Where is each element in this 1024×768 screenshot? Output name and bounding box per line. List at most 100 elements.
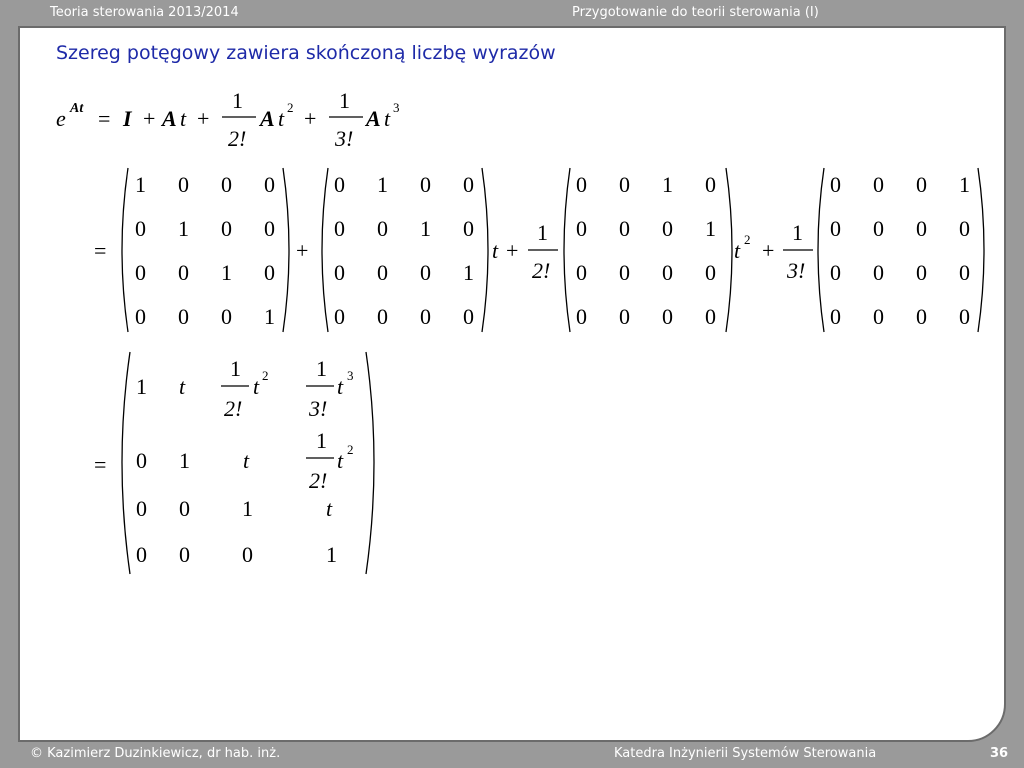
- fraction-numerator: 1: [339, 88, 350, 113]
- matrix-cell: 0: [916, 216, 927, 241]
- matrix-cell: 1: [178, 216, 189, 241]
- t-symbol: t: [253, 374, 260, 399]
- matrix-cell: 0: [916, 172, 927, 197]
- matrix-cell: 0: [463, 216, 474, 241]
- matrix-expansion: = 1 0 0 00 1 0 00 0 1 00 0 0 1 + 0 1 0 00 0 1 00 0 0 10 0 0 0 t …: [94, 167, 985, 333]
- matrix-cell: 0: [221, 304, 232, 329]
- matrix-cell: 1: [264, 304, 275, 329]
- matrix-cell: t: [179, 374, 186, 399]
- matrix-cell: 0: [135, 260, 146, 285]
- fraction-denominator: 2!: [309, 468, 327, 493]
- matrix-cell: 0: [705, 260, 716, 285]
- matrix-cell: 0: [619, 260, 630, 285]
- fraction-denominator: 2!: [224, 396, 242, 421]
- matrix-cell: 0: [264, 216, 275, 241]
- plus-sign: +: [506, 238, 518, 263]
- matrix-cell: 0: [576, 172, 587, 197]
- equation-area: e At = I + A t + 1 2! A t 2 + 1 3! A t 3…: [56, 88, 985, 575]
- matrix-cell: 0: [242, 542, 253, 567]
- matrix-cell: 0: [135, 216, 146, 241]
- matrix-cell: 0: [916, 260, 927, 285]
- matrix-cell: 0: [619, 216, 630, 241]
- fraction-denominator: 2!: [228, 126, 246, 151]
- power-exponent: 3: [393, 100, 400, 115]
- matrix-cell: 0: [377, 216, 388, 241]
- matrix-cell: 0: [264, 172, 275, 197]
- matrix-A-symbol: A: [160, 106, 177, 131]
- matrix-cell: 0: [178, 304, 189, 329]
- matrix-cell: 1: [463, 260, 474, 285]
- matrix-cell: 0: [916, 304, 927, 329]
- plus-sign: +: [296, 238, 308, 263]
- fraction-numerator: 1: [230, 356, 241, 381]
- matrix-cell: 0: [221, 216, 232, 241]
- matrix-cell: 0: [705, 304, 716, 329]
- matrix-A-squared: 0 0 1 0 0 0 0 1 0 0 0 0 0 0 0 0: [563, 167, 733, 333]
- matrix-cell: 1: [705, 216, 716, 241]
- fraction-numerator: 1: [316, 356, 327, 381]
- right-paren: [282, 167, 290, 333]
- series-definition: e At = I + A t + 1 2! A t 2 + 1 3! A t 3: [56, 88, 400, 151]
- matrix-cell: 0: [420, 260, 431, 285]
- plus-sign: +: [197, 106, 209, 131]
- matrix-cell: 0: [619, 304, 630, 329]
- matrix-cell: 0: [830, 216, 841, 241]
- matrix-cell: 0: [576, 260, 587, 285]
- matrix-cell: 0: [576, 304, 587, 329]
- author-credit: © Kazimierz Duzinkiewicz, dr hab. inż.: [30, 746, 281, 761]
- matrix-cell: 0: [420, 304, 431, 329]
- equals-sign: =: [98, 106, 110, 131]
- matrix-cell: 1: [135, 172, 146, 197]
- matrix-cell: 0: [221, 172, 232, 197]
- matrix-cell: 0: [873, 304, 884, 329]
- matrix-cell: 0: [136, 496, 147, 521]
- matrix-cell: 0: [873, 216, 884, 241]
- matrix-cell: 0: [830, 304, 841, 329]
- matrix-cell: 0: [959, 260, 970, 285]
- exp-base: e: [56, 106, 66, 131]
- t-symbol: t: [384, 106, 391, 131]
- right-paren: [481, 167, 489, 333]
- plus-sign: +: [304, 106, 316, 131]
- page-number: 36: [990, 746, 1009, 761]
- matrix-cell: 1: [959, 172, 970, 197]
- matrix-cell: 0: [463, 304, 474, 329]
- fraction-numerator: 1: [316, 428, 327, 453]
- matrix-cell: 0: [136, 448, 147, 473]
- t-symbol: t: [180, 106, 187, 131]
- identity-symbol: I: [122, 106, 133, 131]
- t-symbol: t: [278, 106, 285, 131]
- matrix-A-symbol: A: [364, 106, 381, 131]
- matrix-cell: 0: [873, 260, 884, 285]
- matrix-cell: 0: [135, 304, 146, 329]
- matrix-cell: 0: [705, 172, 716, 197]
- matrix-cell: 0: [377, 304, 388, 329]
- left-paren: [817, 167, 825, 333]
- matrix-cell: 0: [420, 172, 431, 197]
- matrix-cell: 1: [242, 496, 253, 521]
- t-symbol: t: [337, 448, 344, 473]
- power-exponent: 2: [347, 442, 354, 457]
- power-exponent: 2: [262, 368, 269, 383]
- result-matrix: = 1 t 1 2! t 2 1 3! t 3 0 1 t 1 2! t 2 0…: [94, 351, 375, 575]
- right-paren: [365, 351, 375, 575]
- identity-matrix: 1 0 0 0 0 1 0 0 0 0 1 0 0 0 0 1: [121, 167, 290, 333]
- right-paren: [725, 167, 733, 333]
- matrix-cell: 0: [576, 216, 587, 241]
- matrix-cell: 1 3! t 3: [306, 356, 354, 421]
- matrix-A-symbol: A: [258, 106, 275, 131]
- matrix-cell: 1: [420, 216, 431, 241]
- left-paren: [121, 167, 129, 333]
- matrix-cell: 0: [179, 496, 190, 521]
- left-paren: [121, 351, 131, 575]
- matrix-cell: 0: [619, 172, 630, 197]
- matrix-cell: 1: [179, 448, 190, 473]
- power-exponent: 3: [347, 368, 354, 383]
- plus-sign: +: [762, 238, 774, 263]
- t-symbol: t: [337, 374, 344, 399]
- matrix-cell: 1: [377, 172, 388, 197]
- matrix-cell: 0: [830, 260, 841, 285]
- matrix-cell: 0: [377, 260, 388, 285]
- matrix-cell: 0: [264, 260, 275, 285]
- right-paren: [977, 167, 985, 333]
